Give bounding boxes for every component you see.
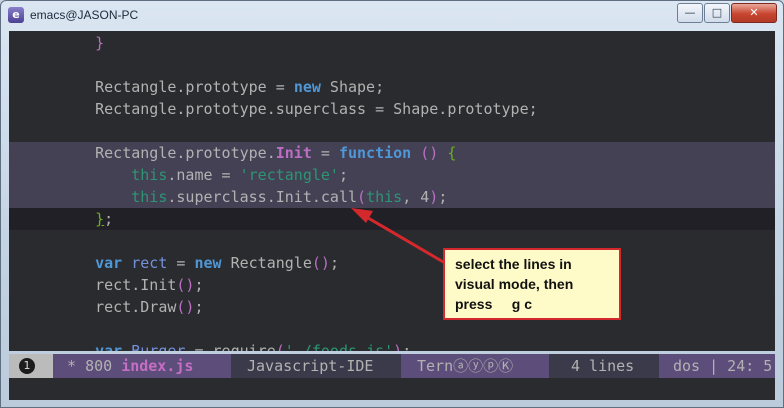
window-number-segment[interactable]: 1 bbox=[9, 354, 53, 378]
minor-mode-segment[interactable]: TernⓐⓨⓟⓀ bbox=[401, 354, 549, 378]
selection-info: 4 lines bbox=[549, 354, 659, 378]
modified-marker: * bbox=[67, 357, 77, 375]
callout-line-3: press g c bbox=[455, 296, 533, 312]
position-info: dos | 24: 5 bbox=[659, 354, 775, 378]
buffer-size: 800 bbox=[85, 357, 113, 375]
callout-arrow bbox=[351, 208, 446, 265]
buffer-segment[interactable]: * 800 index.js bbox=[53, 354, 231, 378]
buffer-filename: index.js bbox=[121, 357, 194, 375]
callout-line-1: select the lines in bbox=[455, 256, 572, 272]
window-number-badge: 1 bbox=[19, 358, 35, 374]
annotation-callout: select the lines in visual mode, then pr… bbox=[443, 248, 621, 320]
major-mode-segment[interactable]: Javascript-IDE bbox=[231, 354, 401, 378]
callout-line-2: visual mode, then bbox=[455, 276, 574, 292]
minibuffer[interactable] bbox=[9, 378, 775, 400]
emacs-window: e emacs@JASON-PC — □ ✕ } Rectangle.proto… bbox=[0, 0, 784, 408]
mode-line: 1 * 800 index.js Javascript-IDE TernⓐⓨⓟⓀ… bbox=[9, 354, 775, 378]
